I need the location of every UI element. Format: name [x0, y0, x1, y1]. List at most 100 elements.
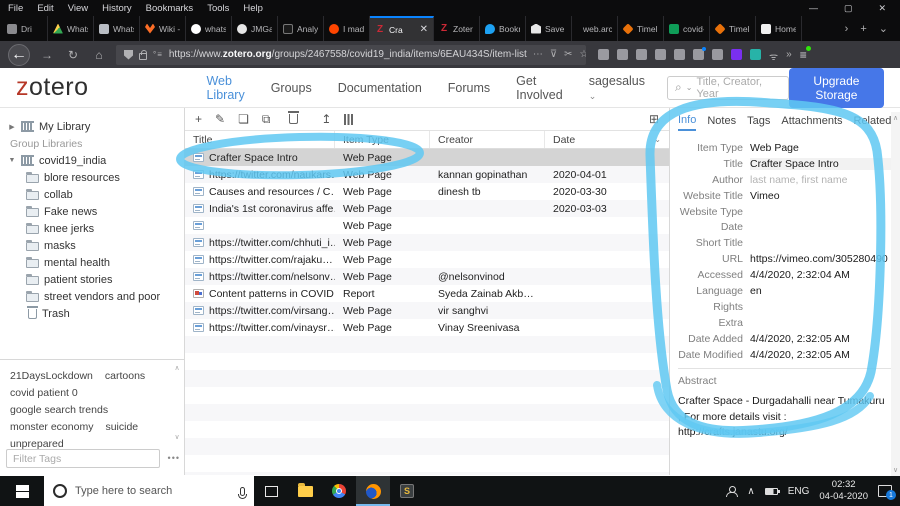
- info-field[interactable]: Date: [678, 219, 900, 235]
- tag-options-button[interactable]: •••: [168, 453, 180, 463]
- clock[interactable]: 02:32 04-04-2020: [819, 479, 868, 503]
- toolbar-icon[interactable]: ✎: [215, 113, 225, 125]
- info-field[interactable]: Accessed 4/4/2020, 2:32:04 AM: [678, 267, 900, 283]
- tag-item[interactable]: cartoons: [105, 368, 145, 385]
- sidebar-item[interactable]: Group Libraries: [0, 135, 184, 152]
- screenshot-icon[interactable]: ✂: [564, 49, 572, 60]
- battery-icon[interactable]: [764, 487, 780, 495]
- extension-icon[interactable]: [731, 49, 742, 60]
- sidebar-item[interactable]: patient stories: [0, 271, 184, 288]
- info-field[interactable]: Rights: [678, 299, 900, 315]
- column-header-creator[interactable]: Creator: [430, 131, 545, 148]
- menu-item[interactable]: View: [68, 3, 88, 14]
- detail-tab[interactable]: Info: [678, 114, 697, 131]
- extension-icon[interactable]: [598, 49, 609, 60]
- browser-tab[interactable]: Cra ✕: [370, 16, 434, 41]
- bookmark-star-icon[interactable]: ☆: [580, 49, 586, 60]
- browser-tab[interactable]: Whats ✕: [94, 16, 140, 41]
- tag-item[interactable]: covid patient 0: [10, 385, 78, 402]
- scroll-tabs-right-button[interactable]: ›: [845, 23, 849, 35]
- site-nav-link[interactable]: Forums: [448, 81, 490, 95]
- zotero-logo[interactable]: zotero: [16, 73, 88, 102]
- firefox-button[interactable]: [356, 476, 390, 506]
- info-field[interactable]: Title Crafter Space Intro: [678, 156, 900, 172]
- back-button[interactable]: ←: [8, 43, 30, 66]
- browser-tab[interactable]: Zoter ✕: [434, 16, 480, 41]
- column-picker-chevron-icon[interactable]: ⌄: [654, 135, 661, 144]
- overflow-chevrons-icon[interactable]: »: [786, 49, 792, 60]
- sidebar-item[interactable]: ▼ covid19_india: [0, 152, 184, 169]
- menu-item[interactable]: History: [102, 3, 132, 14]
- info-field[interactable]: URL https://vimeo.com/305280490: [678, 251, 900, 267]
- scroll-up-icon[interactable]: ∧: [174, 364, 179, 372]
- pocket-icon[interactable]: ⊽: [550, 49, 557, 60]
- extension-icon[interactable]: [693, 47, 706, 60]
- detail-tab[interactable]: Attachments: [781, 115, 842, 130]
- lock-icon[interactable]: [139, 49, 147, 60]
- extension-icon[interactable]: [712, 49, 723, 60]
- browser-tab[interactable]: covid- ✕: [664, 16, 710, 41]
- upgrade-storage-button[interactable]: Upgrade Storage: [788, 67, 884, 108]
- filter-tags-input[interactable]: Filter Tags: [6, 449, 160, 468]
- extension-icon[interactable]: [655, 49, 666, 60]
- detail-tab[interactable]: Notes: [707, 115, 736, 130]
- tracking-protection-icon[interactable]: [124, 49, 133, 60]
- scroll-down-icon[interactable]: ∨: [174, 433, 179, 441]
- rss-icon[interactable]: ᯤ: [769, 49, 778, 63]
- browser-tab[interactable]: Bookn ✕: [480, 16, 526, 41]
- new-tab-button[interactable]: +: [860, 23, 866, 35]
- start-button[interactable]: [0, 476, 44, 506]
- microphone-icon[interactable]: [238, 486, 247, 499]
- browser-tab[interactable]: Wiki - ✕: [140, 16, 186, 41]
- language-indicator[interactable]: ENG: [788, 486, 810, 497]
- file-explorer-button[interactable]: [288, 476, 322, 506]
- info-field[interactable]: Item Type Web Page: [678, 140, 900, 156]
- scroll-up-icon[interactable]: ∧: [893, 114, 898, 122]
- sidebar-item[interactable]: street vendors and poor: [0, 288, 184, 305]
- sidebar-item[interactable]: masks: [0, 237, 184, 254]
- info-field[interactable]: Website Title Vimeo: [678, 188, 900, 204]
- menu-hamburger-icon[interactable]: ≡: [800, 45, 811, 62]
- tab-list-dropdown[interactable]: ⌄: [879, 22, 888, 35]
- extension-icon[interactable]: [636, 49, 647, 60]
- browser-tab[interactable]: Timeli ✕: [618, 16, 664, 41]
- table-row[interactable]: India's 1st coronavirus affe… Web Page 2…: [185, 200, 669, 217]
- user-menu[interactable]: sagesalus ⌄: [589, 74, 645, 102]
- table-row[interactable]: Causes and resources / C… Web Page dines…: [185, 183, 669, 200]
- browser-tab[interactable]: Timeli ✕: [710, 16, 756, 41]
- forward-button[interactable]: →: [38, 48, 56, 62]
- extension-icon[interactable]: [617, 49, 628, 60]
- info-field[interactable]: Date Modified 4/4/2020, 2:32:05 AM: [678, 347, 900, 363]
- reload-button[interactable]: ↻: [64, 48, 82, 62]
- action-center-icon[interactable]: 1: [878, 485, 896, 500]
- abstract-text[interactable]: Crafter Space - Durgadahalli near Tumaku…: [678, 394, 886, 440]
- browser-tab[interactable]: Home ✕: [756, 16, 802, 41]
- sidebar-item[interactable]: Fake news: [0, 203, 184, 220]
- close-button[interactable]: ✕: [878, 3, 886, 14]
- browser-tab[interactable]: JMGa ✕: [232, 16, 278, 41]
- site-nav-link[interactable]: Documentation: [338, 81, 422, 95]
- sidebar-item[interactable]: ▶ My Library: [0, 118, 184, 135]
- browser-tab[interactable]: Save P ✕: [526, 16, 572, 41]
- table-row[interactable]: https://twitter.com/nelsonv… Web Page @n…: [185, 268, 669, 285]
- chrome-button[interactable]: [322, 476, 356, 506]
- tag-item[interactable]: google search trends: [10, 402, 108, 419]
- browser-tab[interactable]: I mad ✕: [324, 16, 370, 41]
- table-row[interactable]: https://twitter.com/rajaku… Web Page: [185, 251, 669, 268]
- extension-icon[interactable]: [750, 49, 761, 60]
- info-field[interactable]: Author last name, first name: [678, 172, 900, 188]
- detail-tab[interactable]: Related: [854, 115, 892, 130]
- table-row[interactable]: Web Page: [185, 217, 669, 234]
- table-row[interactable]: https://twitter.com/chhuti_i… Web Page: [185, 234, 669, 251]
- sidebar-item[interactable]: blore resources: [0, 169, 184, 186]
- search-scope-chevron-icon[interactable]: ⌄: [686, 83, 693, 92]
- taskbar-search-input[interactable]: Type here to search: [44, 476, 254, 506]
- table-row[interactable]: https://twitter.com/vinaysr… Web Page Vi…: [185, 319, 669, 336]
- library-search-input[interactable]: ⌕ ⌄ Title, Creator, Year: [667, 75, 789, 100]
- extension-icon[interactable]: [674, 49, 685, 60]
- info-field[interactable]: Short Title: [678, 235, 900, 251]
- toolbar-icon[interactable]: [288, 111, 300, 124]
- menu-item[interactable]: Bookmarks: [146, 3, 194, 14]
- table-row[interactable]: https://twitter.com/naukars… Web Page ka…: [185, 166, 669, 183]
- toolbar-icon[interactable]: ↥: [321, 113, 331, 125]
